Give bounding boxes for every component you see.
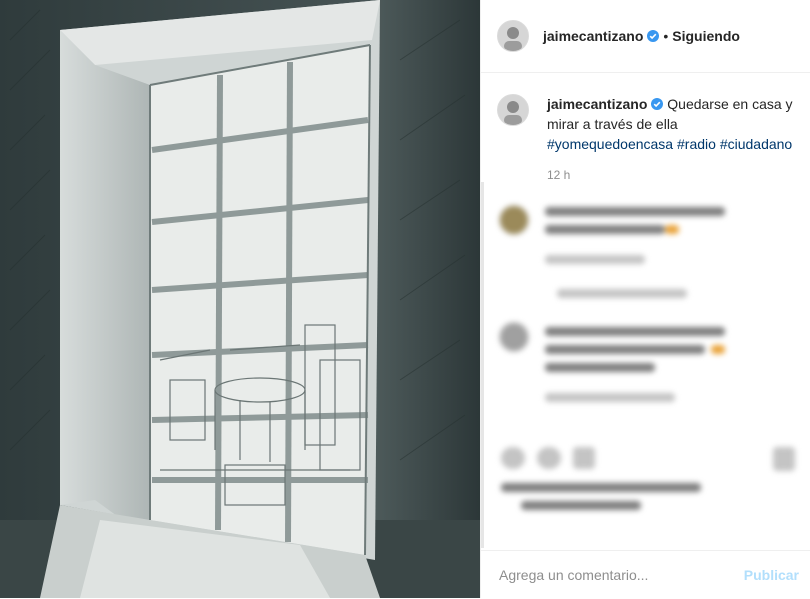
blurred-meta [557, 289, 687, 298]
author-avatar[interactable] [497, 20, 529, 52]
blurred-text [545, 207, 725, 216]
verified-badge-icon [647, 30, 660, 42]
post-timestamp: 12 h [547, 168, 571, 182]
blurred-comments [481, 185, 810, 515]
hashtag-link[interactable]: #yomequedoencasa [547, 136, 673, 152]
blurred-emoji [665, 225, 679, 234]
hashtag-link[interactable]: #ciudadano [720, 136, 792, 152]
window-drawing [0, 0, 480, 598]
caption-avatar[interactable] [497, 94, 529, 126]
verified-badge-icon [651, 98, 664, 110]
comment-avatar [499, 205, 529, 235]
blurred-text [545, 363, 655, 372]
blurred-text [545, 345, 705, 354]
blurred-like-icon [501, 447, 525, 469]
post-side-panel: jaimecantizano • Siguiendo jaimecantizan… [480, 0, 810, 598]
blurred-comment-icon [537, 447, 561, 469]
blurred-likes [521, 501, 641, 510]
blurred-meta [545, 255, 645, 264]
separator-dot: • [663, 28, 669, 44]
comment-avatar [499, 322, 529, 352]
author-username[interactable]: jaimecantizano [543, 28, 643, 44]
post-image[interactable] [0, 0, 480, 598]
comment-input[interactable] [497, 566, 744, 584]
blurred-text [545, 225, 665, 234]
blurred-save-icon [773, 447, 795, 471]
caption-text: jaimecantizano Quedarse en casa y mirar … [547, 94, 797, 154]
comment-composer: Publicar [481, 550, 810, 599]
blurred-likes [501, 483, 701, 492]
post-header: jaimecantizano • Siguiendo [481, 0, 810, 73]
caption-username[interactable]: jaimecantizano [547, 96, 647, 112]
following-button[interactable]: Siguiendo [672, 28, 740, 44]
hashtag-link[interactable]: #radio [677, 136, 716, 152]
blurred-share-icon [573, 447, 595, 469]
post-caption: jaimecantizano Quedarse en casa y mirar … [497, 94, 797, 182]
blurred-emoji [711, 345, 725, 354]
publish-button[interactable]: Publicar [744, 567, 799, 583]
blurred-meta [545, 393, 675, 402]
blurred-text [545, 327, 725, 336]
